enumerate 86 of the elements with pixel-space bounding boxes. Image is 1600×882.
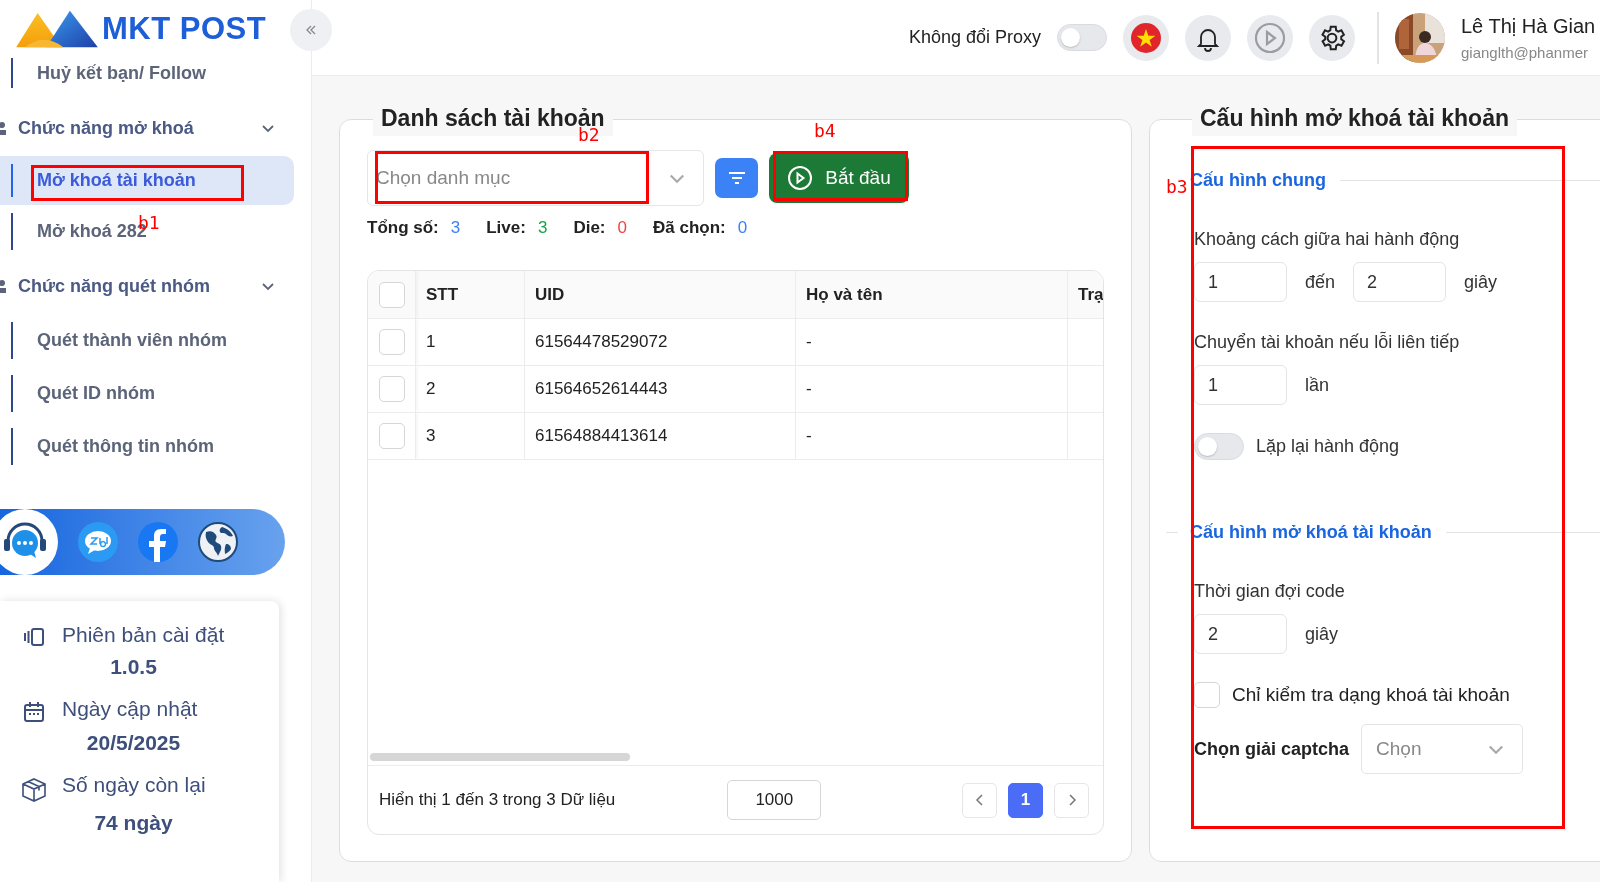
chevron-left-icon	[974, 794, 985, 806]
table-cell: -	[806, 379, 812, 399]
number-input[interactable]: 1	[1194, 365, 1287, 405]
page-size-input[interactable]: 1000	[727, 780, 822, 820]
settings-icon[interactable]	[1309, 14, 1355, 61]
table-cell: 1	[426, 332, 436, 352]
info-label: Phiên bản cài đặt	[62, 623, 226, 647]
annotation-label: b4	[814, 120, 836, 141]
stat-value: 0	[617, 218, 627, 237]
play-icon[interactable]	[1247, 14, 1293, 61]
stat-value: 3	[537, 218, 548, 237]
table-cell: 3	[426, 426, 436, 446]
field-label: Chọn giải captcha	[1194, 738, 1350, 760]
play-icon	[787, 165, 814, 191]
row-checkbox[interactable]	[379, 423, 405, 449]
pagination-summary: Hiển thị 1 đến 3 trong 3 Dữ liệu	[379, 790, 616, 810]
logo-mountains-icon	[14, 8, 100, 50]
number-input[interactable]: 2	[1353, 262, 1447, 302]
toggle-label: Lặp lại hành động	[1256, 436, 1400, 457]
table-cell: 61564652614443	[535, 379, 668, 399]
unit-label: giây	[1464, 271, 1498, 293]
chat-bubble-icon[interactable]	[78, 522, 118, 562]
stat-label: Live:	[486, 218, 526, 237]
column-header[interactable]: Trạ	[1078, 284, 1103, 305]
info-value: 20/5/2025	[85, 731, 182, 755]
calendar-icon	[23, 701, 45, 723]
toggle-switch[interactable]	[1194, 433, 1244, 460]
table-cell: 61564478529072	[535, 332, 668, 352]
double-chevron-left-icon	[304, 23, 318, 37]
menu-item[interactable]: Quét thông tin nhóm	[0, 420, 311, 473]
row-checkbox[interactable]	[379, 376, 405, 402]
scrollbar[interactable]	[370, 753, 630, 761]
vibration-icon	[23, 627, 45, 647]
range-joiner: đến	[1305, 271, 1336, 293]
box-icon	[21, 777, 47, 803]
column-header[interactable]: Họ và tên	[806, 284, 883, 305]
info-label: Số ngày còn lại	[62, 773, 207, 798]
menu-item[interactable]: Quét thành viên nhóm	[0, 314, 311, 367]
field-label: Chuyển tài khoản nếu lỗi liên tiếp	[1194, 332, 1461, 353]
filter-button[interactable]	[715, 158, 758, 198]
filter-icon	[727, 171, 746, 185]
previous-page-button[interactable]	[962, 782, 997, 818]
checkbox-label: Chỉ kiểm tra dạng khoá tài khoản	[1232, 684, 1510, 706]
stat-value: 0	[737, 218, 748, 237]
info-label: Ngày cập nhật	[62, 697, 199, 722]
user-email: gianglth@phanmer	[1461, 43, 1589, 61]
info-value: 74 ngày	[93, 811, 174, 835]
column-header[interactable]: STT	[426, 284, 459, 305]
row-checkbox[interactable]	[379, 329, 405, 355]
unit-label: lần	[1305, 374, 1330, 396]
column-header[interactable]: UID	[535, 284, 565, 305]
captcha-select[interactable]: Chọn	[1361, 724, 1524, 774]
table-cell: 2	[426, 379, 436, 399]
field-label: Khoảng cách giữa hai hành động	[1194, 229, 1461, 250]
number-input[interactable]: 1	[1194, 262, 1287, 302]
bell-icon[interactable]	[1185, 14, 1231, 61]
stat-value: 3	[450, 218, 461, 237]
annotation-label: b3	[1166, 176, 1188, 197]
facebook-icon[interactable]	[138, 522, 178, 562]
table-cell: -	[806, 332, 812, 352]
menu-item[interactable]: Quét ID nhóm	[0, 367, 311, 420]
table-cell: -	[806, 426, 812, 446]
number-input[interactable]: 2	[1194, 614, 1287, 654]
next-page-button[interactable]	[1054, 782, 1089, 818]
menu-group[interactable]: Chức năng quét nhóm	[18, 275, 260, 297]
menu-item[interactable]: Huỷ kết bạn/ Follow	[0, 58, 311, 88]
page-button[interactable]: 1	[1008, 782, 1043, 818]
user-name: Lê Thị Hà Gian	[1461, 14, 1597, 38]
stat-label: Tổng số:	[367, 218, 439, 237]
stat-label: Die:	[573, 218, 606, 237]
stat-label: Đã chọn:	[653, 218, 726, 237]
field-label: Thời gian đợi code	[1194, 581, 1346, 602]
support-chat-icon[interactable]	[0, 509, 58, 575]
unit-label: giây	[1305, 623, 1339, 645]
table-cell: 61564884413614	[535, 426, 668, 446]
menu-group[interactable]: Chức năng mở khoá	[18, 117, 260, 139]
category-select[interactable]: Chọn danh mục	[367, 150, 704, 206]
proxy-toggle[interactable]	[1057, 24, 1107, 51]
select-all-checkbox[interactable]	[379, 281, 405, 308]
info-value: 1.0.5	[109, 655, 158, 679]
logo-text: MKT POST	[102, 11, 267, 47]
globe-icon[interactable]	[198, 522, 238, 562]
menu-item[interactable]: Mở khoá tài khoản	[0, 156, 294, 205]
proxy-label: Không đổi Proxy	[908, 27, 1041, 48]
chevron-right-icon	[1066, 794, 1077, 806]
checkbox[interactable]	[1194, 682, 1220, 708]
